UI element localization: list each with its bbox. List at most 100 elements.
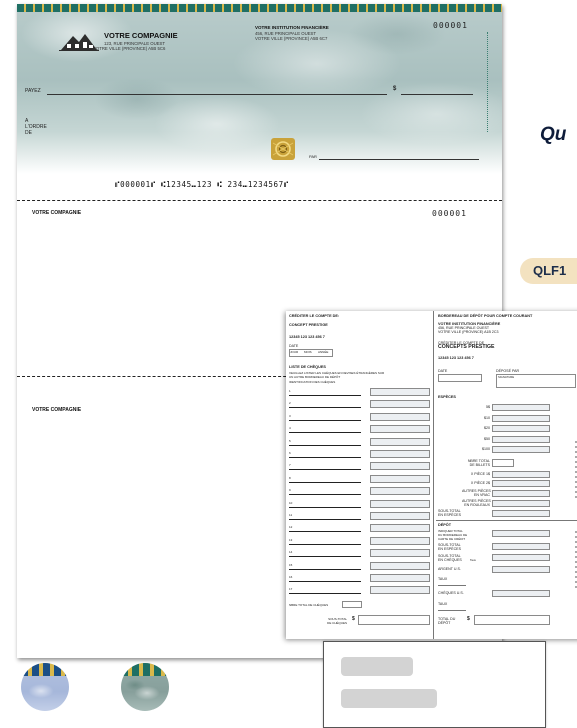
subtotal-box[interactable]	[358, 615, 430, 625]
slip-bank-address-2: VOTRE VILLE (PROVINCE) A1B 2C3	[438, 330, 499, 334]
cheque-id-line[interactable]	[289, 432, 361, 434]
date-day: JOUR	[290, 350, 299, 354]
us-cheques-box[interactable]	[492, 590, 550, 597]
bills-total-box[interactable]	[492, 459, 514, 467]
cheque-count-label: NBRE TOTAL DE CHÈQUES	[289, 603, 329, 607]
deposit-note-3: CARTE DE CRÉDIT	[438, 537, 466, 541]
cash-subtotal-box[interactable]	[492, 510, 550, 517]
cheque-amount-box[interactable]	[370, 437, 430, 446]
rate-label: Taux	[470, 558, 476, 562]
cheque-id-line[interactable]	[289, 481, 361, 483]
cheque-id-line[interactable]	[289, 568, 361, 570]
cash-amount-box[interactable]	[492, 446, 550, 453]
cheque-row: 7	[286, 461, 434, 471]
cheque-id-line[interactable]	[289, 581, 361, 582]
dep-cheques-box[interactable]	[492, 554, 550, 561]
slip-date-box[interactable]	[438, 374, 482, 382]
cash-title: ESPÈCES	[438, 395, 456, 399]
cheque-row-number: 11	[289, 513, 293, 517]
coin-rolls-box[interactable]	[492, 500, 550, 507]
other-coins-box[interactable]	[492, 490, 550, 497]
cheque-amount-box[interactable]	[370, 536, 430, 545]
cheque-id-line[interactable]	[289, 556, 361, 558]
cheque-amount-box[interactable]	[370, 549, 430, 558]
cheque-amount-box[interactable]	[370, 462, 430, 471]
signature-line	[319, 159, 479, 160]
cheque-row: 9	[286, 486, 434, 496]
coins-1-box[interactable]	[492, 471, 550, 478]
total-deposit-box[interactable]	[474, 615, 550, 625]
signature-label: SIGNATURE	[498, 375, 515, 379]
cash-denomination-label: $20	[484, 426, 490, 430]
us-cash-label: ARGENT U.S.	[438, 567, 461, 571]
cheque-amount-box[interactable]	[370, 512, 430, 520]
cheque-amount-box[interactable]	[370, 524, 430, 533]
cheque-id-line[interactable]	[289, 395, 361, 396]
dep-cash-box[interactable]	[492, 543, 550, 550]
cheque-row-number: 13	[289, 537, 293, 542]
cheque-amount-box[interactable]	[370, 388, 430, 396]
cheque-amount-box[interactable]	[370, 499, 430, 508]
window-envelope	[323, 641, 546, 728]
cheque-amount-box[interactable]	[370, 400, 430, 409]
dep-subtotal-chq-2: EN CHÈQUES	[438, 558, 462, 562]
cash-amount-box[interactable]	[492, 425, 550, 432]
colour-swatch-green[interactable]	[121, 663, 169, 711]
subtotal-dollar: $	[352, 616, 355, 622]
cheque-amount-box[interactable]	[370, 450, 430, 458]
cheque-id-line[interactable]	[289, 531, 361, 533]
rate-1-label: TAUX	[438, 577, 448, 581]
colour-swatch-blue[interactable]	[21, 663, 69, 711]
cheque-count-box[interactable]	[342, 601, 362, 608]
cheque-row: 12	[286, 523, 434, 533]
cheque-id-line[interactable]	[289, 506, 361, 508]
cash-denomination-label: $10	[484, 415, 490, 420]
security-stripe	[17, 4, 502, 12]
total-deposit-2: DÉPÔT	[438, 621, 451, 625]
cheque-id-line[interactable]	[289, 494, 361, 496]
cheque-id-line[interactable]	[289, 419, 361, 421]
cheque-id-line[interactable]	[289, 519, 361, 520]
cheque-row: 10	[286, 499, 434, 509]
address-placeholder-bar	[341, 657, 413, 676]
date-label: DATE	[289, 344, 299, 348]
cheque-number: 000001	[433, 21, 468, 30]
section-divider	[436, 520, 577, 521]
cheque-amount-box[interactable]	[370, 412, 430, 421]
cheque-id-line[interactable]	[289, 469, 361, 471]
cheque-row-number: 16	[289, 575, 293, 579]
subtotal-label-2: DE CHÈQUES	[327, 621, 347, 625]
cheque-amount-box[interactable]	[370, 574, 430, 582]
cheque-amount-box[interactable]	[370, 474, 430, 483]
date-year: ANNÉE	[318, 350, 329, 354]
cheque-row-number: 5	[289, 438, 291, 443]
cheque-id-line[interactable]	[289, 543, 361, 545]
cash-amount-box[interactable]	[492, 404, 550, 411]
credit-card-box[interactable]	[492, 530, 550, 537]
stub-company-name: VOTRE COMPAGNIE	[32, 210, 82, 216]
cheque-amount-box[interactable]	[370, 425, 430, 434]
cash-denomination-label: $50	[484, 436, 490, 441]
cheque-row: 15	[286, 561, 434, 571]
cash-amount-box[interactable]	[492, 414, 550, 422]
cheque-row: 16	[286, 573, 434, 583]
cheque-amount-box[interactable]	[370, 487, 430, 496]
slip-account-right: 12345 123 123 456 7	[438, 356, 474, 360]
stub-company-name: VOTRE COMPAGNIE	[32, 407, 82, 413]
cheque-row: 17	[286, 585, 434, 595]
cheque-id-line[interactable]	[289, 407, 361, 409]
cash-subtotal-2: EN ESPÈCES	[438, 513, 461, 517]
company-name: VOTRE COMPAGNIE	[104, 31, 178, 40]
cheque-id-line[interactable]	[289, 593, 361, 595]
cheque-list-column: CRÉDITER LE COMPTE DE: CONCEPT PRESTIGE …	[286, 311, 434, 639]
order-label-de: DE	[25, 130, 32, 136]
product-code-badge: QLF1	[520, 258, 577, 284]
cheque-amount-box[interactable]	[370, 561, 430, 570]
coins-2-box[interactable]	[492, 480, 550, 487]
cheque-amount-box[interactable]	[370, 586, 430, 595]
cheque-row: 2	[286, 399, 434, 409]
cheque-id-line[interactable]	[289, 444, 361, 446]
cheque-id-line[interactable]	[289, 457, 361, 458]
us-cash-box[interactable]	[492, 566, 550, 573]
cash-amount-box[interactable]	[492, 435, 550, 443]
